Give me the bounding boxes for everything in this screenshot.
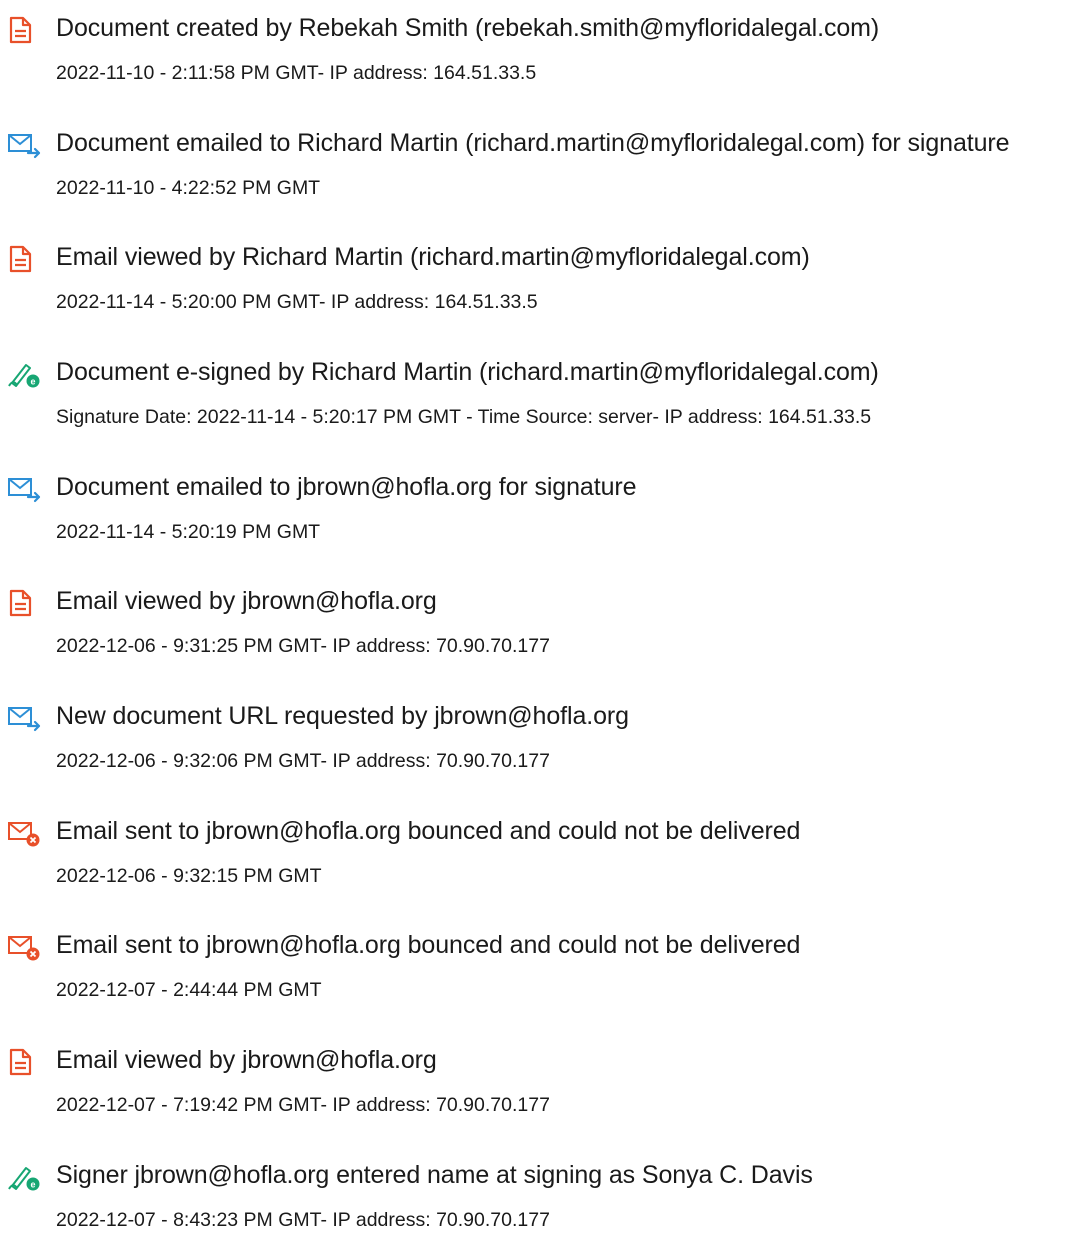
event-detail: 2022-12-06 - 9:31:25 PM GMT- IP address:… <box>56 635 550 657</box>
event-detail: 2022-12-07 - 2:44:44 PM GMT <box>56 979 322 1001</box>
email-send-icon <box>6 474 42 504</box>
event-detail: 2022-11-10 - 2:11:58 PM GMT- IP address:… <box>56 62 537 84</box>
document-icon <box>6 1047 42 1077</box>
audit-event: Email viewed by jbrown@hofla.org 2022-12… <box>0 581 1081 681</box>
event-detail: 2022-12-06 - 9:32:15 PM GMT <box>56 865 322 887</box>
esign-icon: e <box>6 359 42 389</box>
event-title: Email sent to jbrown@hofla.org bounced a… <box>56 817 801 845</box>
event-title: Email viewed by Richard Martin (richard.… <box>56 243 810 271</box>
email-bounce-icon <box>6 818 42 848</box>
email-send-icon <box>6 130 42 160</box>
document-icon <box>6 588 42 618</box>
event-detail: 2022-12-07 - 8:43:23 PM GMT- IP address:… <box>56 1209 550 1231</box>
event-detail: 2022-11-14 - 5:20:00 PM GMT- IP address:… <box>56 291 538 313</box>
audit-event: Document created by Rebekah Smith (rebek… <box>0 8 1081 108</box>
svg-text:e: e <box>30 377 35 387</box>
audit-event: Document emailed to Richard Martin (rich… <box>0 123 1081 223</box>
event-title: Document emailed to Richard Martin (rich… <box>56 129 1010 157</box>
event-title: Email viewed by jbrown@hofla.org <box>56 1046 437 1074</box>
audit-event: Email sent to jbrown@hofla.org bounced a… <box>0 811 1081 911</box>
audit-event: e Document e-signed by Richard Martin (r… <box>0 352 1081 452</box>
event-detail: 2022-12-07 - 7:19:42 PM GMT- IP address:… <box>56 1094 550 1116</box>
event-title: Document emailed to jbrown@hofla.org for… <box>56 473 637 501</box>
event-detail: 2022-11-10 - 4:22:52 PM GMT <box>56 177 321 199</box>
event-title: Email sent to jbrown@hofla.org bounced a… <box>56 931 801 959</box>
event-detail: 2022-12-06 - 9:32:06 PM GMT- IP address:… <box>56 750 550 772</box>
document-icon <box>6 15 42 45</box>
document-icon <box>6 244 42 274</box>
audit-event: New document URL requested by jbrown@hof… <box>0 696 1081 796</box>
audit-event: Email viewed by Richard Martin (richard.… <box>0 237 1081 337</box>
event-title: Email viewed by jbrown@hofla.org <box>56 587 437 615</box>
audit-event: Email sent to jbrown@hofla.org bounced a… <box>0 925 1081 1025</box>
svg-text:e: e <box>30 1180 35 1190</box>
audit-event: e Signer jbrown@hofla.org entered name a… <box>0 1155 1081 1255</box>
event-title: Signer jbrown@hofla.org entered name at … <box>56 1161 813 1189</box>
email-send-icon <box>6 703 42 733</box>
esign-icon: e <box>6 1162 42 1192</box>
event-detail: 2022-11-14 - 5:20:19 PM GMT <box>56 521 321 543</box>
audit-event: Document emailed to jbrown@hofla.org for… <box>0 467 1081 567</box>
email-bounce-icon <box>6 932 42 962</box>
event-detail: Signature Date: 2022-11-14 - 5:20:17 PM … <box>56 406 872 428</box>
audit-event: Email viewed by jbrown@hofla.org 2022-12… <box>0 1040 1081 1140</box>
event-title: New document URL requested by jbrown@hof… <box>56 702 629 730</box>
event-title: Document e-signed by Richard Martin (ric… <box>56 358 879 386</box>
event-title: Document created by Rebekah Smith (rebek… <box>56 14 880 42</box>
